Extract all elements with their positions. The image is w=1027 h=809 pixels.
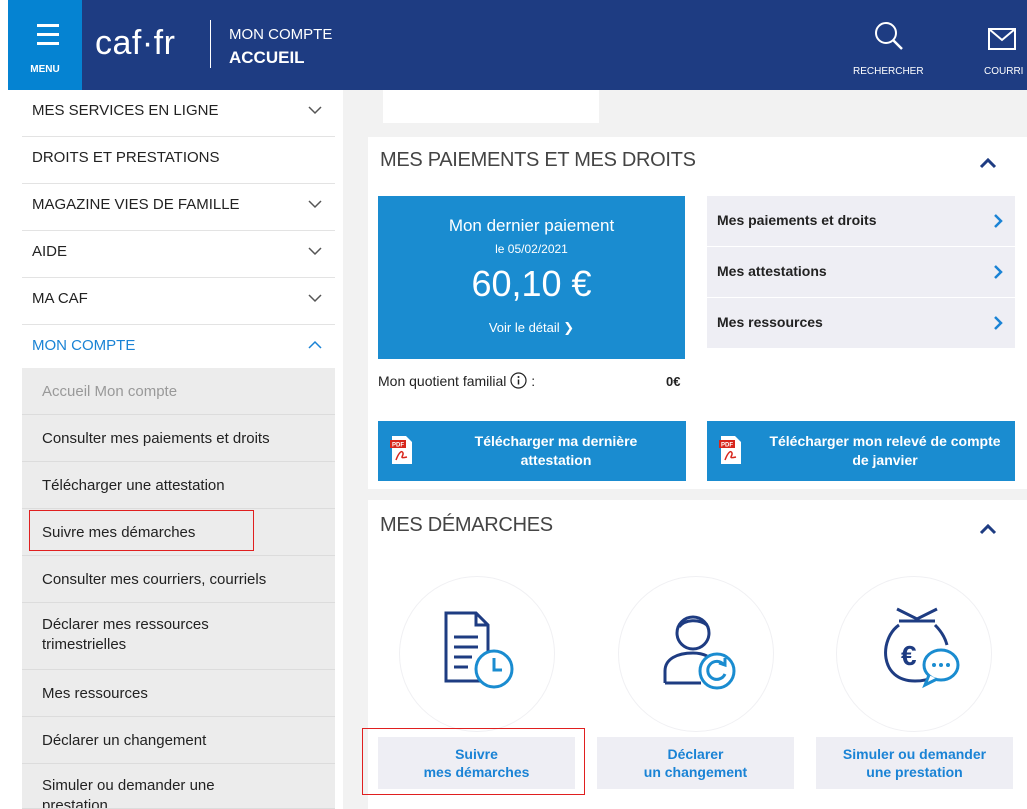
info-icon[interactable] (510, 372, 527, 389)
sidebar-item-droits[interactable]: DROITS ET PRESTATIONS (22, 137, 335, 184)
sidebar-subitem-label: Consulter mes courriers, courriels (42, 571, 267, 588)
mail-button[interactable]: COURRI (982, 0, 1027, 90)
pdf-icon: PDF (719, 436, 741, 464)
person-refresh-icon (663, 615, 736, 690)
document-clock-icon (444, 611, 514, 689)
changement-illustration (618, 576, 774, 732)
action-line2: mes démarches (423, 764, 530, 780)
link-label: Mes ressources (717, 314, 823, 330)
sidebar-subitem-label: Consulter mes paiements et droits (42, 430, 270, 447)
detail-link[interactable]: Voir le détail ❯ (378, 320, 685, 336)
sidebar-subitem-attestation[interactable]: Télécharger une attestation (22, 462, 335, 509)
quotient-label: Mon quotient familial (378, 373, 507, 389)
link-paiements-droits[interactable]: Mes paiements et droits (707, 196, 1015, 246)
mail-label: COURRI (984, 66, 1024, 77)
mail-icon (988, 28, 1016, 50)
chevron-right-icon (994, 214, 1003, 228)
caf-logo[interactable]: caf·fr (95, 24, 175, 63)
download-attestation-button[interactable]: PDF Télécharger ma dernière attestation (378, 421, 686, 481)
simuler-prestation-button[interactable]: Simuler ou demander une prestation (816, 737, 1013, 789)
sidebar-item-magazine[interactable]: MAGAZINE VIES DE FAMILLE (22, 184, 335, 231)
prestation-illustration: € (836, 576, 992, 732)
download-attestation-label: Télécharger ma dernière attestation (474, 433, 638, 468)
search-label: RECHERCHER (853, 66, 924, 77)
breadcrumb-current: ACCUEIL (229, 48, 305, 67)
sidebar-item-aide[interactable]: AIDE (22, 231, 335, 278)
sidebar-subitem-label: Déclarer un changement (42, 732, 207, 749)
action-line2: une prestation (866, 764, 963, 780)
link-attestations[interactable]: Mes attestations (707, 247, 1015, 297)
search-button[interactable]: RECHERCHER (853, 0, 933, 90)
sidebar-subitem-courriers[interactable]: Consulter mes courriers, courriels (22, 556, 335, 603)
quotient-value: 0€ (666, 374, 681, 389)
last-payment-amount: 60,10 € (471, 263, 592, 304)
sidebar-item-services[interactable]: MES SERVICES EN LIGNE (22, 90, 335, 137)
link-ressources[interactable]: Mes ressources (707, 298, 1015, 348)
last-payment-date: le 05/02/2021 (495, 242, 568, 256)
sidebar-subitem-label: Mes ressources (42, 685, 148, 702)
sidebar-subitem-paiements[interactable]: Consulter mes paiements et droits (22, 415, 335, 462)
chevron-up-icon[interactable] (979, 523, 997, 535)
action-line1: Déclarer (667, 746, 724, 762)
chevron-down-icon (308, 106, 322, 115)
breadcrumb-section[interactable]: MON COMPTE (229, 26, 332, 43)
logo-divider (210, 20, 211, 68)
chevron-down-icon (308, 294, 322, 303)
link-label: Mes paiements et droits (717, 212, 877, 228)
quotient-familial: Mon quotient familial : (378, 372, 535, 389)
payments-title: MES PAIEMENTS ET MES DROITS (380, 149, 696, 171)
sidebar-subitem-label: Accueil Mon compte (42, 383, 178, 400)
sidebar-item-label: MAGAZINE VIES DE FAMILLE (32, 196, 240, 213)
sidebar-subitem-ressources[interactable]: Mes ressources (22, 670, 335, 717)
sidebar-item-macaf[interactable]: MA CAF (22, 278, 335, 325)
menu-button[interactable]: MENU (8, 0, 82, 90)
sidebar-item-moncompte[interactable]: MON COMPTE (22, 325, 335, 372)
hamburger-icon (37, 24, 59, 27)
last-payment-label: Mon dernier paiement (448, 216, 615, 235)
search-icon (875, 22, 903, 50)
sidebar-subitem-label: Télécharger une attestation (42, 477, 225, 494)
download-statement-button[interactable]: PDF Télécharger mon relevé de compte de … (707, 421, 1015, 481)
chevron-up-icon (308, 340, 322, 349)
menu-label: MENU (30, 64, 60, 75)
svg-text:PDF: PDF (392, 443, 404, 449)
quotient-colon: : (531, 373, 536, 389)
pdf-icon: PDF (390, 436, 412, 464)
action-line1: Simuler ou demander (842, 746, 987, 762)
action-line1: Suivre (455, 746, 498, 762)
sidebar-subitem-demarches[interactable]: Suivre mes démarches (22, 509, 335, 556)
chevron-up-icon[interactable] (979, 157, 997, 169)
sidebar-item-label: MES SERVICES EN LIGNE (32, 102, 219, 119)
sidebar-item-label: DROITS ET PRESTATIONS (32, 149, 220, 166)
sidebar-subitem-label: Simuler ou demander une prestation (42, 777, 215, 809)
sidebar-subitem-changement[interactable]: Déclarer un changement (22, 717, 335, 764)
sidebar-subitem-label: Déclarer mes ressources trimestrielles (42, 616, 209, 653)
suivre-demarches-button[interactable]: Suivre mes démarches (378, 737, 575, 789)
svg-text:PDF: PDF (721, 443, 733, 449)
action-line2: un changement (643, 764, 748, 780)
money-bag-chat-icon: € (884, 607, 960, 689)
blank-card (383, 90, 599, 123)
download-statement-label: Télécharger mon relevé de compte de janv… (769, 433, 1001, 468)
chevron-down-icon (308, 247, 322, 256)
svg-text:€: € (901, 640, 917, 671)
chevron-right-icon (994, 265, 1003, 279)
sidebar-item-label: MA CAF (32, 290, 88, 307)
chevron-right-icon (994, 316, 1003, 330)
link-label: Mes attestations (717, 263, 827, 279)
demarches-illustration (399, 576, 555, 732)
sidebar-subitem-simuler[interactable]: Simuler ou demander une prestation (22, 764, 335, 809)
sidebar-subitem-accueil[interactable]: Accueil Mon compte (22, 368, 335, 415)
sidebar-item-label: AIDE (32, 243, 68, 260)
sidebar-subitem-ressources-trim[interactable]: Déclarer mes ressources trimestrielles (22, 603, 335, 670)
declarer-changement-button[interactable]: Déclarer un changement (597, 737, 794, 789)
demarches-title: MES DÉMARCHES (380, 514, 553, 536)
chevron-down-icon (308, 200, 322, 209)
sidebar-subitem-label: Suivre mes démarches (42, 524, 196, 541)
sidebar-item-label: MON COMPTE (32, 337, 136, 354)
last-payment-card[interactable]: Mon dernier paiement le 05/02/2021 60,10… (378, 196, 685, 359)
